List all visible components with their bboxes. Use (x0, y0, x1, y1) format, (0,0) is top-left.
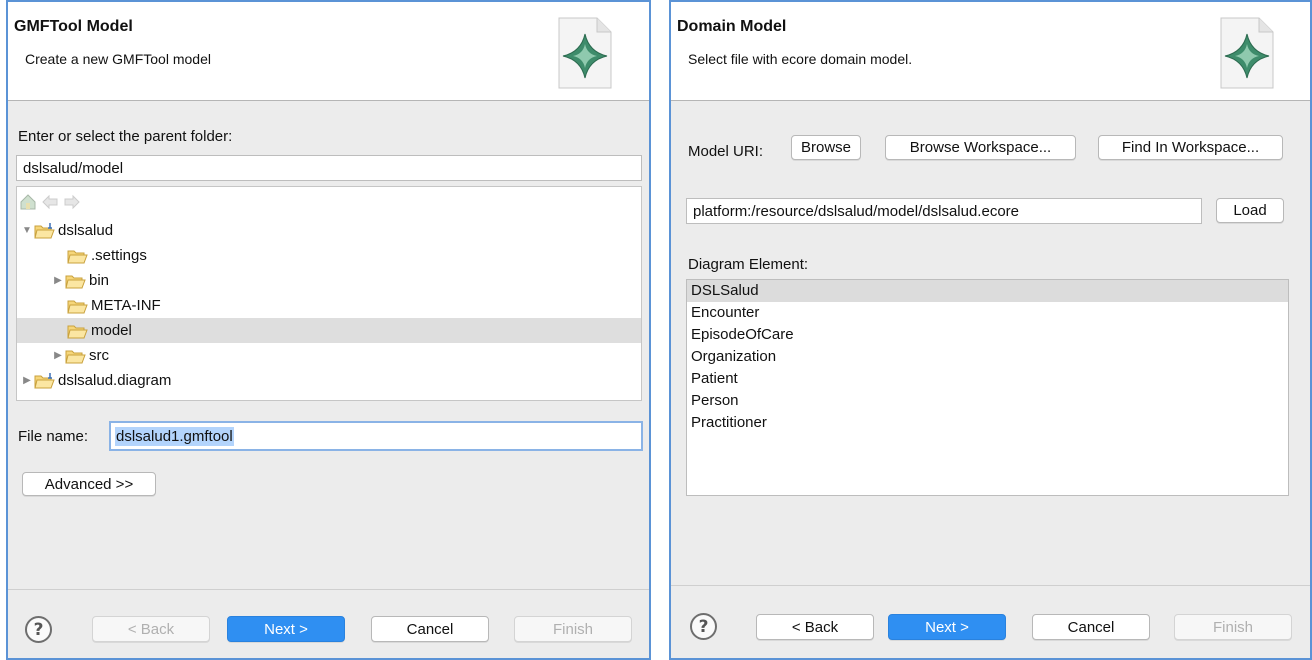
tree-item-bin[interactable]: ▶ bin (17, 268, 641, 293)
cancel-button[interactable]: Cancel (1032, 614, 1150, 640)
list-item[interactable]: Person (687, 390, 1288, 412)
list-item[interactable]: DSLSalud (687, 280, 1288, 302)
project-folder-icon (34, 372, 55, 388)
finish-button[interactable]: Finish (1174, 614, 1292, 640)
back-button[interactable]: < Back (756, 614, 874, 640)
tree-toolbar (19, 191, 81, 213)
tree-item-label: dslsalud (58, 222, 114, 239)
folder-icon (67, 250, 88, 263)
tree-item-label: META-INF (91, 297, 161, 314)
tree-item-settings[interactable]: .settings (17, 243, 641, 268)
gmftool-model-wizard: GMFTool Model Create a new GMFTool model… (6, 0, 651, 660)
back-button[interactable]: < Back (92, 616, 210, 642)
wizard-banner: Domain Model Select file with ecore doma… (671, 2, 1310, 101)
collapsed-arrow-icon[interactable]: ▶ (52, 350, 64, 361)
list-item[interactable]: Encounter (687, 302, 1288, 324)
page-title: Domain Model (677, 18, 787, 35)
help-icon[interactable]: ? (25, 616, 52, 643)
home-icon[interactable] (19, 193, 37, 211)
tree-item-dslsalud-diagram[interactable]: ▶ dslsalud.diagram (17, 368, 641, 393)
tree-item-src[interactable]: ▶ src (17, 343, 641, 368)
tree-item-label: model (91, 322, 132, 339)
folder-icon (67, 325, 88, 338)
next-button[interactable]: Next > (227, 616, 345, 642)
model-uri-input[interactable]: platform:/resource/dslsalud/model/dslsal… (686, 198, 1202, 224)
collapsed-arrow-icon[interactable]: ▶ (52, 275, 64, 286)
project-folder-icon (34, 222, 55, 238)
folder-icon (65, 275, 86, 288)
diagram-element-label: Diagram Element: (688, 256, 809, 273)
model-uri-label: Model URI: (688, 143, 764, 160)
folder-icon (65, 350, 86, 363)
browse-button[interactable]: Browse (791, 135, 861, 160)
list-item[interactable]: Organization (687, 346, 1288, 368)
folder-icon (67, 300, 88, 313)
wizard-banner-icon (1220, 17, 1274, 89)
diagram-element-list[interactable]: DSLSalud Encounter EpisodeOfCare Organiz… (686, 279, 1289, 496)
tree-item-label: src (89, 347, 109, 364)
tree-item-dslsalud[interactable]: ▼ dslsalud (17, 218, 641, 243)
domain-model-wizard: Domain Model Select file with ecore doma… (669, 0, 1312, 660)
list-item[interactable]: Practitioner (687, 412, 1288, 434)
tree-item-label: .settings (91, 247, 147, 264)
tree-item-label: dslsalud.diagram (58, 372, 172, 389)
footer-separator (671, 585, 1310, 586)
collapsed-arrow-icon[interactable]: ▶ (21, 375, 33, 386)
page-description: Create a new GMFTool model (25, 51, 211, 67)
load-button[interactable]: Load (1216, 198, 1284, 223)
page-description: Select file with ecore domain model. (688, 51, 913, 67)
tree-item-label: bin (89, 272, 110, 289)
tree-item-meta-inf[interactable]: META-INF (17, 293, 641, 318)
parent-folder-input[interactable]: dslsalud/model (16, 155, 642, 181)
wizard-banner-icon (558, 17, 612, 89)
cancel-button[interactable]: Cancel (371, 616, 489, 642)
forward-arrow-icon[interactable] (63, 193, 81, 211)
back-arrow-icon[interactable] (41, 193, 59, 211)
help-icon[interactable]: ? (690, 613, 717, 640)
parent-folder-label: Enter or select the parent folder: (18, 128, 233, 145)
file-name-value: dslsalud1.gmftool (115, 426, 234, 446)
expanded-arrow-icon[interactable]: ▼ (21, 225, 33, 236)
file-name-input[interactable]: dslsalud1.gmftool (109, 421, 643, 451)
finish-button[interactable]: Finish (514, 616, 632, 642)
file-name-label: File name: (18, 428, 89, 445)
tree-item-model[interactable]: model (17, 318, 641, 343)
footer-separator (8, 589, 649, 590)
list-item[interactable]: EpisodeOfCare (687, 324, 1288, 346)
page-title: GMFTool Model (14, 18, 133, 35)
find-in-workspace-button[interactable]: Find In Workspace... (1098, 135, 1283, 160)
advanced-button[interactable]: Advanced >> (22, 472, 156, 496)
next-button[interactable]: Next > (888, 614, 1006, 640)
list-item[interactable]: Patient (687, 368, 1288, 390)
folder-tree[interactable]: ▼ dslsalud .settings ▶ bin META-INF mode… (16, 186, 642, 401)
browse-workspace-button[interactable]: Browse Workspace... (885, 135, 1076, 160)
wizard-banner: GMFTool Model Create a new GMFTool model (8, 2, 649, 101)
